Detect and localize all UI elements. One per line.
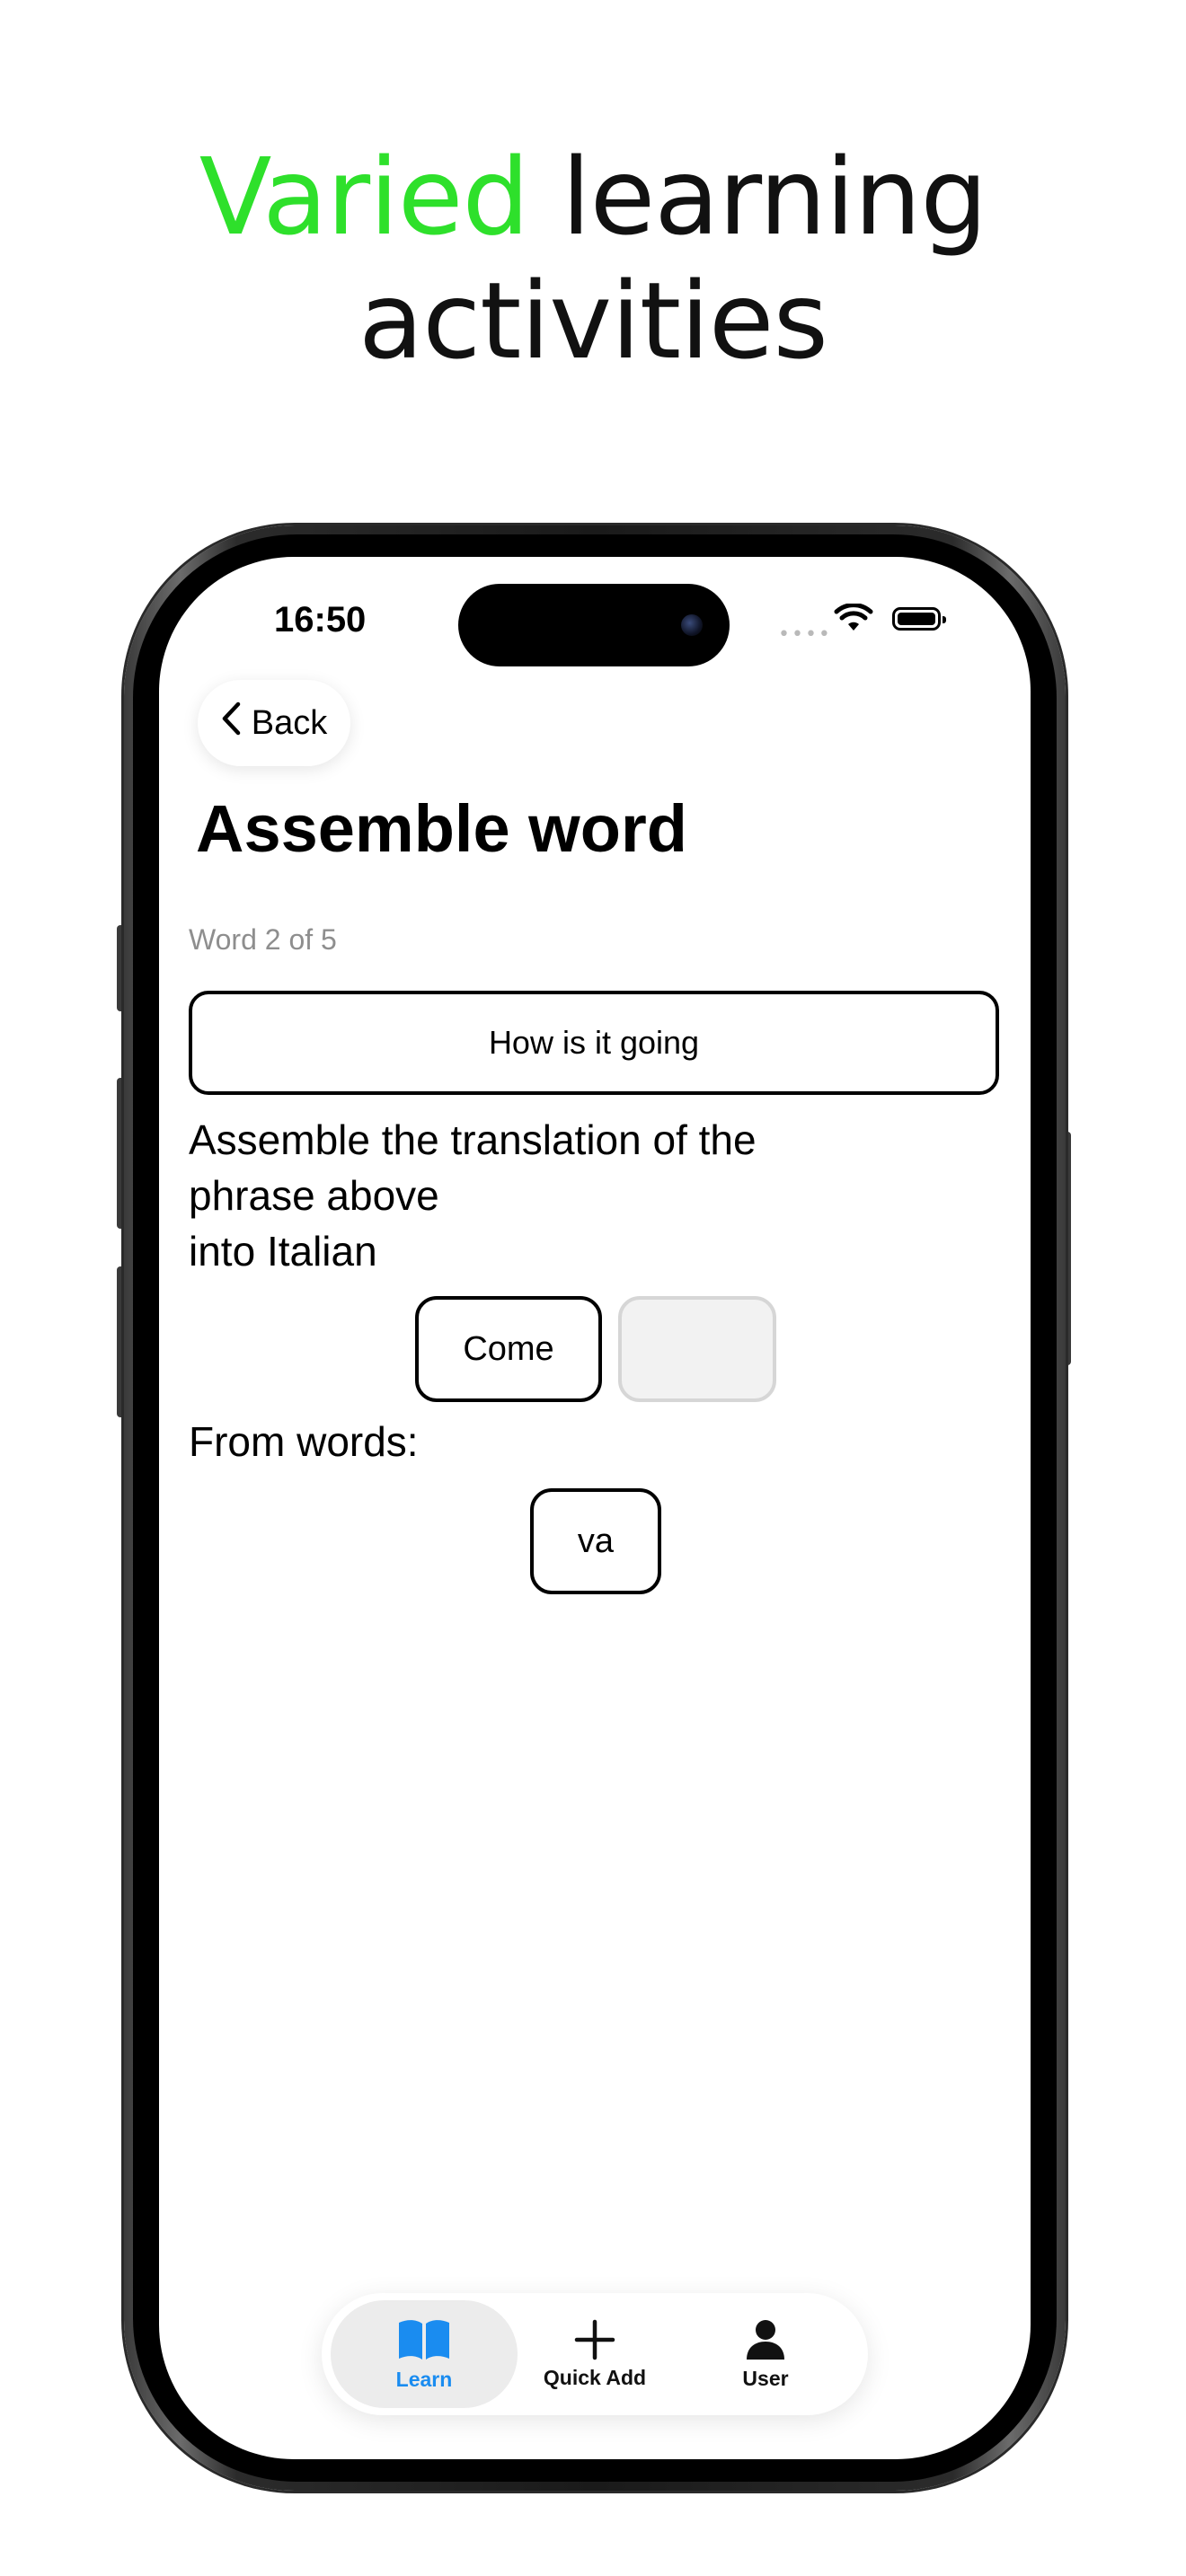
battery-icon	[892, 607, 946, 631]
book-icon	[396, 2317, 452, 2362]
empty-word-slot[interactable]	[618, 1296, 776, 1402]
back-button[interactable]: Back	[198, 680, 350, 766]
instruction-text: Assemble the translation of the phrase a…	[189, 1112, 872, 1279]
headline-line2: activities	[358, 259, 828, 383]
available-word-tile[interactable]: va	[530, 1488, 661, 1594]
wifi-icon	[834, 603, 873, 638]
tab-quick-add-label: Quick Add	[543, 2365, 647, 2389]
back-label: Back	[251, 703, 328, 742]
cellular-signal-icon: ••••	[778, 623, 832, 646]
tab-learn-label: Learn	[395, 2367, 453, 2391]
status-time: 16:50	[274, 600, 367, 640]
assembled-word-tile[interactable]: Come	[415, 1296, 602, 1402]
headline-line1: Varied learning	[0, 135, 1186, 259]
chevron-left-icon	[221, 701, 241, 745]
tab-user-label: User	[742, 2366, 789, 2390]
word-progress: Word 2 of 5	[189, 923, 337, 956]
plus-icon	[574, 2319, 615, 2360]
source-phrase: How is it going	[488, 1024, 700, 1061]
tab-quick-add[interactable]: Quick Add	[501, 2300, 688, 2408]
tab-learn[interactable]: Learn	[331, 2300, 518, 2408]
instruction-line: Assemble the translation of the	[189, 1116, 757, 1163]
instruction-line: into Italian	[189, 1228, 377, 1275]
tab-user[interactable]: User	[672, 2300, 859, 2408]
from-words-label: From words:	[189, 1418, 419, 1465]
instruction-line: phrase above	[189, 1172, 439, 1219]
page-title: Assemble word	[196, 791, 687, 866]
source-phrase-box: How is it going	[189, 991, 999, 1095]
tab-bar: Learn Quick Add User	[322, 2293, 868, 2415]
promo-headline: Varied learning activities	[0, 135, 1186, 383]
dynamic-island	[458, 584, 730, 666]
person-icon	[745, 2318, 786, 2361]
front-camera-icon	[681, 614, 703, 636]
headline-accent: Varied	[199, 135, 530, 259]
headline-rest: learning	[528, 135, 987, 259]
